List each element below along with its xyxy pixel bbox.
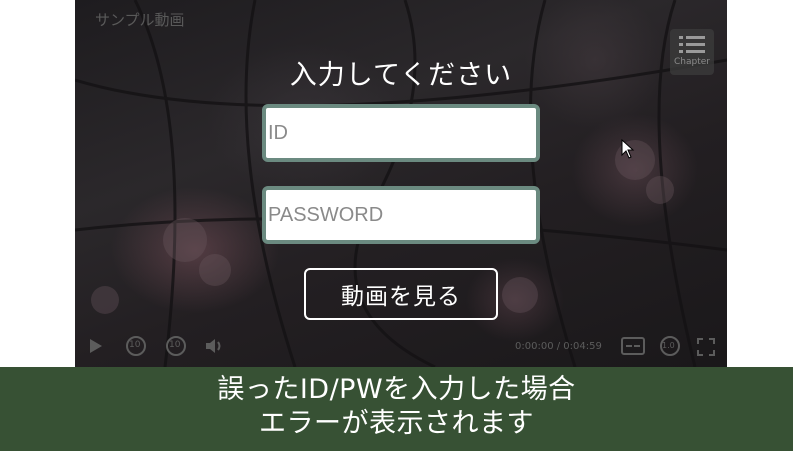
fullscreen-button[interactable] [697,338,715,356]
password-input[interactable] [262,186,540,244]
login-prompt: 入力してください [289,60,513,91]
caption-line-2: エラーが表示されます [259,408,534,439]
volume-icon [206,339,221,353]
volume-button[interactable] [205,338,225,354]
time-display: 0:00:00 / 0:04:59 [515,341,602,352]
speed-button[interactable]: 1.0 [659,335,681,357]
rewind-label: 10 [129,340,141,350]
rewind-10-button[interactable]: 10 [125,335,147,357]
play-icon [90,339,102,353]
forward-10-button[interactable]: 10 [165,335,187,357]
speed-label: 1.0 [662,341,675,350]
caption-line-1: 誤ったID/PWを入力した場合 [217,374,576,405]
watch-video-button[interactable]: 動画を見る [304,268,498,320]
player-controls: 10 10 0:00:00 / 0:04:59 1.0 [75,330,727,367]
video-player: サンプル動画 Chapter 入力してください 動画を見る 10 [75,0,727,367]
id-input[interactable] [262,104,540,162]
captions-button[interactable] [621,337,645,355]
play-button[interactable] [89,338,103,354]
video-title: サンプル動画 [95,11,185,29]
fullscreen-icon [697,338,715,356]
forward-label: 10 [169,340,181,350]
caption-bar: 誤ったID/PWを入力した場合 エラーが表示されます [0,367,793,451]
captions-icon [621,337,645,355]
mouse-cursor-icon [621,139,635,159]
